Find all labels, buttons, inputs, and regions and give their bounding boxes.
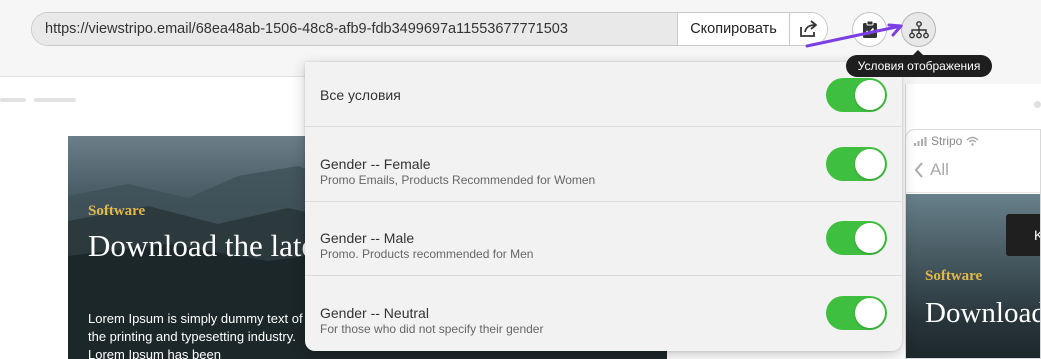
condition-row-neutral: Gender -- Neutral For those who did not … [305,276,902,351]
toggle-gender-neutral[interactable] [826,296,887,330]
mobile-hero-kicker: Software [925,268,983,284]
annotation-arrow [805,23,903,48]
toggle-knob [855,298,885,328]
carrier-name: Stripo [931,134,963,148]
condition-description: For those who did not specify their gend… [320,322,544,336]
condition-title: Gender -- Neutral [320,305,429,321]
toggle-gender-male[interactable] [826,221,887,255]
mobile-preview: Stripo All K Software Download the versi… [905,129,1041,359]
condition-title: Gender -- Male [320,230,415,246]
hero-body: Lorem Ipsum is simply dummy text of the … [88,311,303,359]
condition-description: Promo. Products recommended for Men [320,247,534,261]
chevron-left-icon [914,162,923,178]
back-label: All [930,160,949,179]
url-bar: https://viewstripo.email/68ea48ab-1506-4… [31,12,828,46]
mobile-hero-title: Download the version of [925,297,1041,329]
toggle-knob [855,149,885,179]
toggle-all-conditions[interactable] [826,78,887,112]
toggle-knob [855,223,885,253]
toggle-knob [855,80,885,110]
placeholder-line [0,98,26,102]
pager-dot [1034,101,1041,108]
tooltip: Условия отображения [846,50,992,77]
hierarchy-icon [908,20,929,38]
toggle-gender-female[interactable] [826,147,887,181]
placeholder-line [34,98,76,102]
condition-row-male: Gender -- Male Promo. Products recommend… [305,202,902,276]
display-conditions-button[interactable] [901,12,936,47]
condition-title: Gender -- Female [320,156,431,172]
wifi-icon [966,136,979,146]
phone-status-bar: Stripo [914,134,979,148]
mobile-hero: K Software Download the version of [906,194,1041,358]
condition-row-female: Gender -- Female Promo Emails, Products … [305,127,902,202]
mobile-cta-button[interactable]: K [1006,214,1040,256]
copy-button[interactable]: Скопировать [678,13,790,45]
phone-divider [906,192,1040,193]
condition-description: Promo Emails, Products Recommended for W… [320,173,596,187]
signal-icon [914,136,927,146]
back-button[interactable]: All [914,160,949,180]
hero-kicker: Software [88,203,146,219]
url-field[interactable]: https://viewstripo.email/68ea48ab-1506-4… [32,13,678,45]
condition-row-all: Все условия [305,62,902,127]
display-conditions-panel: Все условия Gender -- Female Promo Email… [305,62,902,351]
condition-title: Все условия [320,87,401,103]
